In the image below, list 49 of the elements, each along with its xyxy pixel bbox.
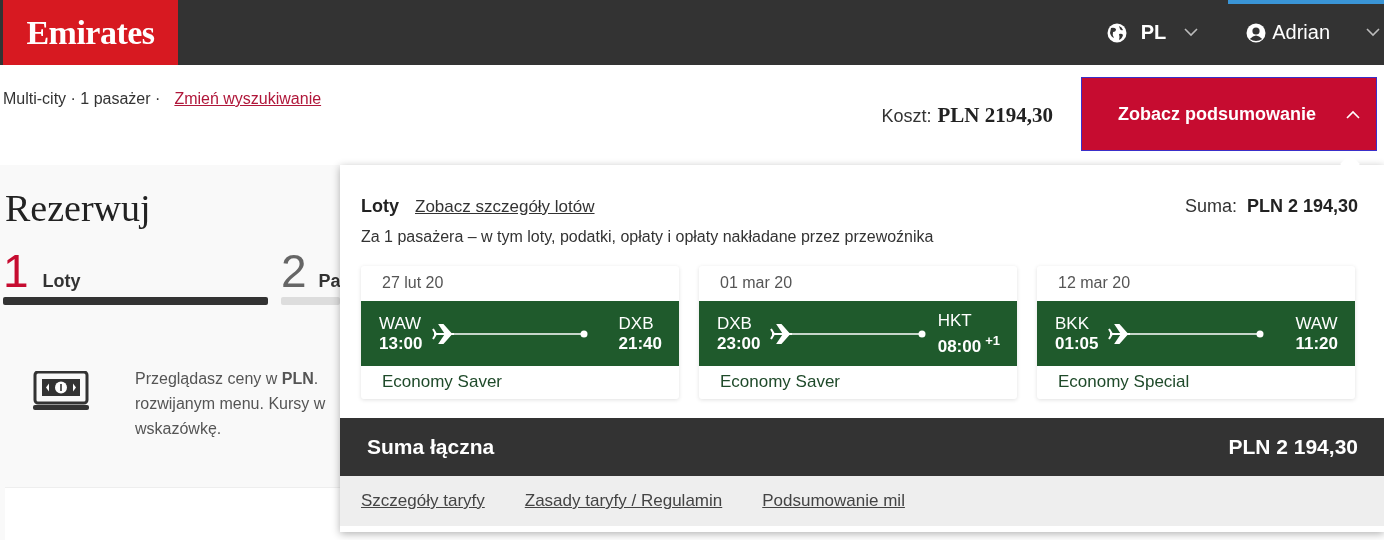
view-summary-button[interactable]: Zobacz podsumowanie <box>1081 77 1377 151</box>
departure-time: 23:00 <box>717 333 761 354</box>
total-label: Suma: <box>1184 196 1237 217</box>
globe-icon <box>1106 22 1127 43</box>
change-search-link[interactable]: Zmień wyszukiwanie <box>174 90 322 108</box>
price-note: Za 1 pasażera – w tym loty, podatki, opłaty i opłaty nakładane przez przewoźnika <box>360 227 935 246</box>
grand-total-value: PLN 2 194,30 <box>1228 435 1358 459</box>
flight-date: 12 mar 20 <box>1057 273 1132 293</box>
arrival-airport: DXB <box>618 313 654 334</box>
arrival-time: 08:00 <box>937 336 982 356</box>
arrival-time: 11:20 <box>1295 333 1338 353</box>
grand-total-label: Suma łączna <box>367 435 495 459</box>
footer-link[interactable]: Szczegóły taryfy <box>361 491 485 511</box>
language-selector[interactable]: PL <box>1106 21 1199 44</box>
departure-airport: BKK <box>1055 313 1091 334</box>
day-offset: +1 <box>985 332 1000 348</box>
step-tab[interactable]: 2 Pa <box>281 247 340 305</box>
arrival-time: 21:40 <box>618 333 662 353</box>
flight-date: 01 mar 20 <box>719 273 794 293</box>
departure-airport: DXB <box>717 313 753 334</box>
chevron-up-icon <box>1346 109 1360 119</box>
currency-notice-text: wskazówkę. <box>135 419 223 439</box>
money-laptop-icon <box>33 371 89 411</box>
flight-date: 27 lut 20 <box>381 273 445 293</box>
flight-details-link[interactable]: Zobacz szczegóły lotów <box>415 197 595 217</box>
user-icon <box>1246 22 1267 43</box>
page-title: Rezerwuj <box>5 186 151 231</box>
departure-time: 01:05 <box>1055 333 1099 354</box>
chevron-down-icon <box>1366 28 1380 37</box>
chevron-down-icon <box>1184 28 1199 37</box>
footer-link[interactable]: Podsumowanie mil <box>762 491 905 511</box>
currency-notice-text: rozwijanym menu. Kursy w <box>135 394 326 414</box>
cost-value: PLN 2194,30 <box>937 103 1053 128</box>
arrival-airport: HKT <box>937 310 972 331</box>
total-value: PLN 2 194,30 <box>1246 196 1358 217</box>
fare-class: Economy Special <box>1057 371 1191 393</box>
user-menu[interactable]: Adrian <box>1246 21 1380 44</box>
step-tab[interactable]: 1 Loty <box>3 247 268 305</box>
fare-class: Economy Saver <box>381 371 503 393</box>
cost-label: Koszt: <box>881 106 932 127</box>
footer-link[interactable]: Zasady taryfy / Regulamin <box>524 491 723 511</box>
arrival-airport: WAW <box>1295 313 1338 334</box>
section-heading: Loty <box>361 196 399 217</box>
currency-notice-text: Przeglądasz ceny w PLN. <box>135 369 320 389</box>
fare-class: Economy Saver <box>719 371 841 393</box>
search-summary: Multi-city · 1 pasażer · <box>3 90 161 108</box>
departure-airport: WAW <box>379 313 423 334</box>
logo[interactable]: Emirates <box>3 0 178 65</box>
departure-time: 13:00 <box>379 333 423 354</box>
